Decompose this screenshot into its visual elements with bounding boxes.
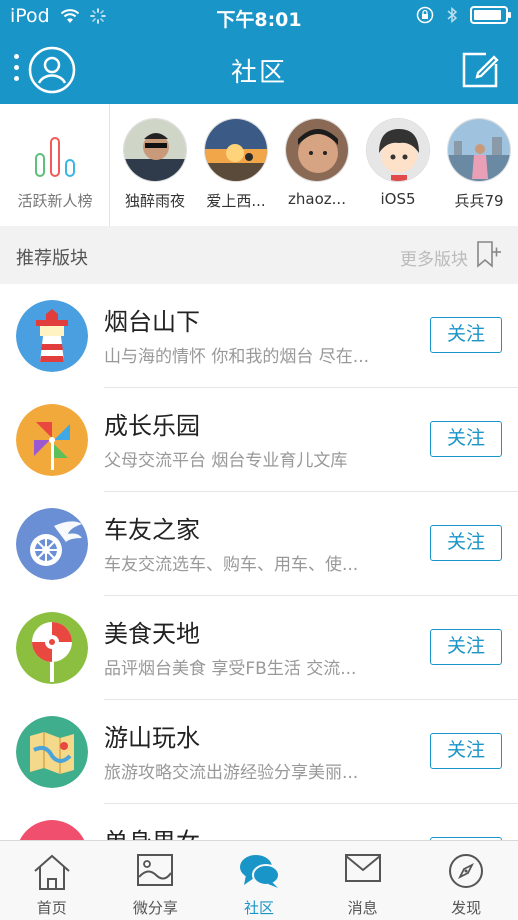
active-users-list: 独醉雨夜 爱上西... zhaoz... iOS5 兵兵79 <box>110 104 518 226</box>
tab-label: 微分享 <box>132 899 178 917</box>
board-name: 成长乐园 <box>104 412 200 440</box>
board-item[interactable]: 成长乐园 父母交流平台 烟台专业育儿文库 关注 <box>0 388 518 492</box>
tab-messages[interactable]: 消息 <box>311 841 415 920</box>
nav-bar: 社区 <box>0 36 518 104</box>
compose-icon[interactable] <box>460 50 500 90</box>
user-name: zhaoz... <box>288 190 346 208</box>
car-wheel-icon <box>16 508 88 580</box>
follow-button[interactable]: 关注 <box>430 421 502 457</box>
user-name: iOS5 <box>380 190 416 208</box>
board-name: 车友之家 <box>104 516 200 544</box>
user-name: 独醉雨夜 <box>124 192 185 210</box>
status-bar: iPod 下午8:01 <box>0 0 518 36</box>
tab-community[interactable]: 社区 <box>207 841 311 920</box>
page-title: 社区 <box>230 58 287 88</box>
active-user[interactable]: 独醉雨夜 <box>116 118 194 211</box>
board-desc: 车友交流选车、购车、用车、使... <box>104 555 359 575</box>
pinwheel-icon <box>16 404 88 476</box>
board-item[interactable]: 美食天地 品评烟台美食 享受FB生活 交流... 关注 <box>0 596 518 700</box>
board-name: 美食天地 <box>104 620 200 648</box>
battery-level <box>474 10 501 20</box>
lollipop-icon <box>16 612 88 684</box>
board-name: 烟台山下 <box>104 308 200 336</box>
tab-bar: 首页 微分享 社区 消息 发现 <box>0 840 518 920</box>
bluetooth-icon <box>447 6 458 24</box>
board-desc: 父母交流平台 烟台专业育儿文库 <box>104 451 348 471</box>
board-list: 烟台山下 山与海的情怀 你和我的烟台 尽在... 关注 成长乐园 父母交流平台 … <box>0 284 518 908</box>
board-name: 游山玩水 <box>104 724 200 752</box>
tab-label: 社区 <box>243 899 274 917</box>
board-item[interactable]: 游山玩水 旅游攻略交流出游经验分享美丽... 关注 <box>0 700 518 804</box>
board-item[interactable]: 烟台山下 山与海的情怀 你和我的烟台 尽在... 关注 <box>0 284 518 388</box>
tab-discover[interactable]: 发现 <box>414 841 518 920</box>
active-user[interactable]: iOS5 <box>359 118 437 208</box>
active-newcomer-rank[interactable]: 活跃新人榜 <box>0 104 110 226</box>
avatar <box>285 118 349 182</box>
orientation-lock-icon <box>416 6 434 24</box>
bar-chart-icon <box>35 137 75 177</box>
image-icon <box>137 854 174 886</box>
lighthouse-icon <box>16 300 88 372</box>
follow-button[interactable]: 关注 <box>430 629 502 665</box>
battery-icon <box>470 6 511 24</box>
compass-icon <box>449 854 484 888</box>
home-icon <box>34 854 70 890</box>
active-user[interactable]: 兵兵79 <box>440 118 518 211</box>
header: iPod 下午8:01 社区 <box>0 0 518 104</box>
envelope-icon <box>344 854 381 882</box>
follow-button[interactable]: 关注 <box>430 317 502 353</box>
recommended-section-header: 推荐版块 更多版块 <box>0 226 518 284</box>
user-name: 兵兵79 <box>454 192 504 210</box>
avatar <box>366 118 430 182</box>
bookmark-add-icon[interactable] <box>474 240 502 268</box>
active-user[interactable]: zhaoz... <box>278 118 356 208</box>
avatar <box>123 118 187 182</box>
map-icon <box>16 716 88 788</box>
tab-label: 发现 <box>451 899 482 917</box>
user-name: 爱上西... <box>206 192 266 210</box>
tab-label: 消息 <box>347 899 378 917</box>
tab-share[interactable]: 微分享 <box>104 841 208 920</box>
active-user[interactable]: 爱上西... <box>197 118 275 211</box>
section-title: 推荐版块 <box>16 248 88 269</box>
rank-label: 活跃新人榜 <box>17 192 93 210</box>
more-boards-link[interactable]: 更多版块 <box>400 245 468 270</box>
follow-button[interactable]: 关注 <box>430 733 502 769</box>
avatar <box>204 118 268 182</box>
chat-bubbles-icon <box>239 855 280 888</box>
tab-label: 首页 <box>36 899 67 917</box>
board-desc: 旅游攻略交流出游经验分享美丽... <box>104 763 359 783</box>
active-users-row: 活跃新人榜 独醉雨夜 爱上西... zhaoz... iOS5 兵兵79 <box>0 104 518 226</box>
board-desc: 山与海的情怀 你和我的烟台 尽在... <box>104 347 370 367</box>
avatar <box>447 118 511 182</box>
board-item[interactable]: 车友之家 车友交流选车、购车、用车、使... 关注 <box>0 492 518 596</box>
board-desc: 品评烟台美食 享受FB生活 交流... <box>104 659 357 679</box>
tab-home[interactable]: 首页 <box>0 841 104 920</box>
follow-button[interactable]: 关注 <box>430 525 502 561</box>
